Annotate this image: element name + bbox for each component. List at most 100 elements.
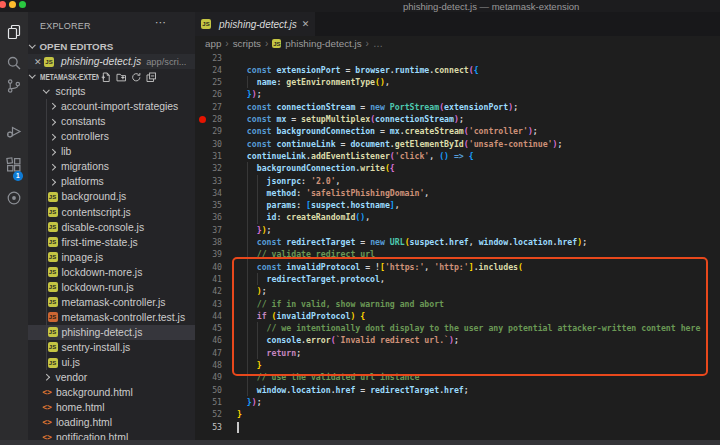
code-line-24[interactable]: 24 const extensionPort = browser.runtime…	[195, 64, 720, 76]
line-number[interactable]: 29	[195, 125, 222, 137]
tree-item-contentscript.js[interactable]: JScontentscript.js	[28, 205, 195, 220]
code-line-30[interactable]: 30 const continueLink = document.getElem…	[195, 138, 720, 150]
line-number[interactable]: 45	[195, 322, 222, 334]
line-number[interactable]: 43	[195, 298, 222, 310]
code-line-52[interactable]: 52}	[195, 408, 720, 420]
line-number[interactable]: 40	[195, 261, 222, 273]
code-line-31[interactable]: 31 continueLink.addEventListener('click'…	[195, 150, 720, 162]
extension-circle-icon[interactable]	[6, 190, 22, 206]
tree-item-platforms[interactable]: platforms	[28, 174, 195, 189]
more-actions-icon[interactable]: ⋯	[155, 16, 175, 29]
tree-item-ui.js[interactable]: JSui.js	[28, 355, 195, 370]
breakpoint-dot[interactable]	[199, 116, 206, 123]
tree-item-lockdown-more.js[interactable]: JSlockdown-more.js	[28, 265, 195, 280]
line-number[interactable]: 53	[195, 421, 222, 433]
tree-item-scripts[interactable]: scripts	[28, 84, 195, 99]
tree-item-controllers[interactable]: controllers	[28, 129, 195, 144]
code-line-32[interactable]: 32 backgroundConnection.write({	[195, 162, 720, 174]
tab-phishing-detect[interactable]: JS phishing-detect.js ✕	[195, 12, 315, 36]
search-icon[interactable]	[6, 55, 22, 71]
chevron-right-icon	[43, 374, 49, 380]
tree-item-lockdown-run.js[interactable]: JSlockdown-run.js	[28, 280, 195, 295]
line-number[interactable]: 46	[195, 334, 222, 346]
line-number[interactable]: 39	[195, 248, 222, 260]
line-number[interactable]: 24	[195, 64, 222, 76]
breadcrumb-scripts[interactable]: scripts	[233, 38, 261, 49]
maximize-window-button[interactable]	[19, 1, 26, 8]
line-number[interactable]: 48	[195, 359, 222, 371]
line-number[interactable]: 31	[195, 150, 222, 162]
new-folder-icon[interactable]	[116, 72, 127, 83]
tree-item-background.js[interactable]: JSbackground.js	[28, 189, 195, 204]
line-number[interactable]: 30	[195, 138, 222, 150]
tree-item-constants[interactable]: constants	[28, 114, 195, 129]
line-number[interactable]: 27	[195, 101, 222, 113]
line-number[interactable]: 25	[195, 76, 222, 88]
tree-item-lib[interactable]: lib	[28, 144, 195, 159]
line-number[interactable]: 47	[195, 347, 222, 359]
code-line-28[interactable]: 28 const mx = setupMultiplex(connectionS…	[195, 113, 720, 125]
refresh-icon[interactable]	[131, 72, 142, 83]
tree-item-account-import-strategies[interactable]: account-import-strategies	[28, 99, 195, 114]
tree-item-migrations[interactable]: migrations	[28, 159, 195, 174]
line-number[interactable]: 52	[195, 408, 222, 420]
tab-label: phishing-detect.js	[219, 19, 297, 30]
chevron-down-icon	[43, 87, 49, 93]
code-line-34[interactable]: 34 method: 'safelistPhishingDomain',	[195, 187, 720, 199]
breadcrumb-file[interactable]: phishing-detect.js	[285, 38, 361, 49]
tree-item-first-time-state.js[interactable]: JSfirst-time-state.js	[28, 235, 195, 250]
open-editor-item[interactable]: ✕ JS phishing-detect.js app/scri...	[28, 54, 195, 69]
tree-item-background.html[interactable]: <>background.html	[28, 385, 195, 400]
tree-item-metamask-controller.test.js[interactable]: JSmetamask-controller.test.js	[28, 310, 195, 325]
code-line-25[interactable]: 25 name: getEnvironmentType(),	[195, 76, 720, 88]
code-line-26[interactable]: 26 });	[195, 88, 720, 100]
line-number[interactable]: 44	[195, 310, 222, 322]
code-line-37[interactable]: 37 });	[195, 224, 720, 236]
tree-item-inpage.js[interactable]: JSinpage.js	[28, 250, 195, 265]
line-number[interactable]: 37	[195, 224, 222, 236]
line-number[interactable]: 32	[195, 162, 222, 174]
code-line-33[interactable]: 33 jsonrpc: '2.0',	[195, 175, 720, 187]
breadcrumb-symbol-ellipsis[interactable]: …	[373, 38, 383, 49]
line-number[interactable]: 26	[195, 88, 222, 100]
line-number[interactable]: 38	[195, 236, 222, 248]
line-number[interactable]: 50	[195, 384, 222, 396]
line-number[interactable]: 41	[195, 273, 222, 285]
code-line-38[interactable]: 38 const redirectTarget = new URL(suspec…	[195, 236, 720, 248]
line-number[interactable]: 36	[195, 211, 222, 223]
code-line-53[interactable]: 53	[195, 421, 720, 433]
code-line-23[interactable]: 23	[195, 52, 720, 64]
source-control-icon[interactable]	[6, 78, 22, 94]
line-number[interactable]: 42	[195, 285, 222, 297]
breadcrumb-app[interactable]: app	[205, 38, 221, 49]
tree-item-loading.html[interactable]: <>loading.html	[28, 415, 195, 430]
code-line-36[interactable]: 36 id: createRandomId(),	[195, 211, 720, 223]
line-number[interactable]: 33	[195, 175, 222, 187]
tree-item-vendor[interactable]: vendor	[28, 370, 195, 385]
code-line-29[interactable]: 29 const backgroundConnection = mx.creat…	[195, 125, 720, 137]
line-number[interactable]: 23	[195, 52, 222, 64]
code-line-35[interactable]: 35 params: [suspect.hostname],	[195, 199, 720, 211]
close-window-button[interactable]	[0, 1, 6, 8]
tree-item-metamask-controller.js[interactable]: JSmetamask-controller.js	[28, 295, 195, 310]
tree-item-home.html[interactable]: <>home.html	[28, 400, 195, 415]
line-number[interactable]: 51	[195, 396, 222, 408]
minimize-window-button[interactable]	[9, 1, 16, 8]
collapse-all-icon[interactable]	[146, 72, 157, 83]
code-line-50[interactable]: 50 window.location.href = redirectTarget…	[195, 384, 720, 396]
tree-item-sentry-install.js[interactable]: JSsentry-install.js	[28, 340, 195, 355]
code-line-51[interactable]: 51 });	[195, 396, 720, 408]
explorer-icon[interactable]	[6, 24, 22, 40]
project-section-header[interactable]: METAMASK-EXTENS...	[28, 69, 195, 84]
line-number[interactable]: 34	[195, 187, 222, 199]
tree-item-disable-console.js[interactable]: JSdisable-console.js	[28, 220, 195, 235]
new-file-icon[interactable]	[101, 72, 112, 83]
line-number[interactable]: 49	[195, 371, 222, 383]
line-number[interactable]: 35	[195, 199, 222, 211]
code-line-27[interactable]: 27 const connectionStream = new PortStre…	[195, 101, 720, 113]
close-icon[interactable]: ✕	[32, 57, 44, 67]
run-debug-icon[interactable]	[6, 123, 22, 139]
tree-item-phishing-detect.js[interactable]: JSphishing-detect.js	[28, 325, 195, 340]
tab-close-icon[interactable]: ✕	[302, 19, 310, 29]
open-editors-section-header[interactable]: OPEN EDITORS	[28, 39, 195, 54]
